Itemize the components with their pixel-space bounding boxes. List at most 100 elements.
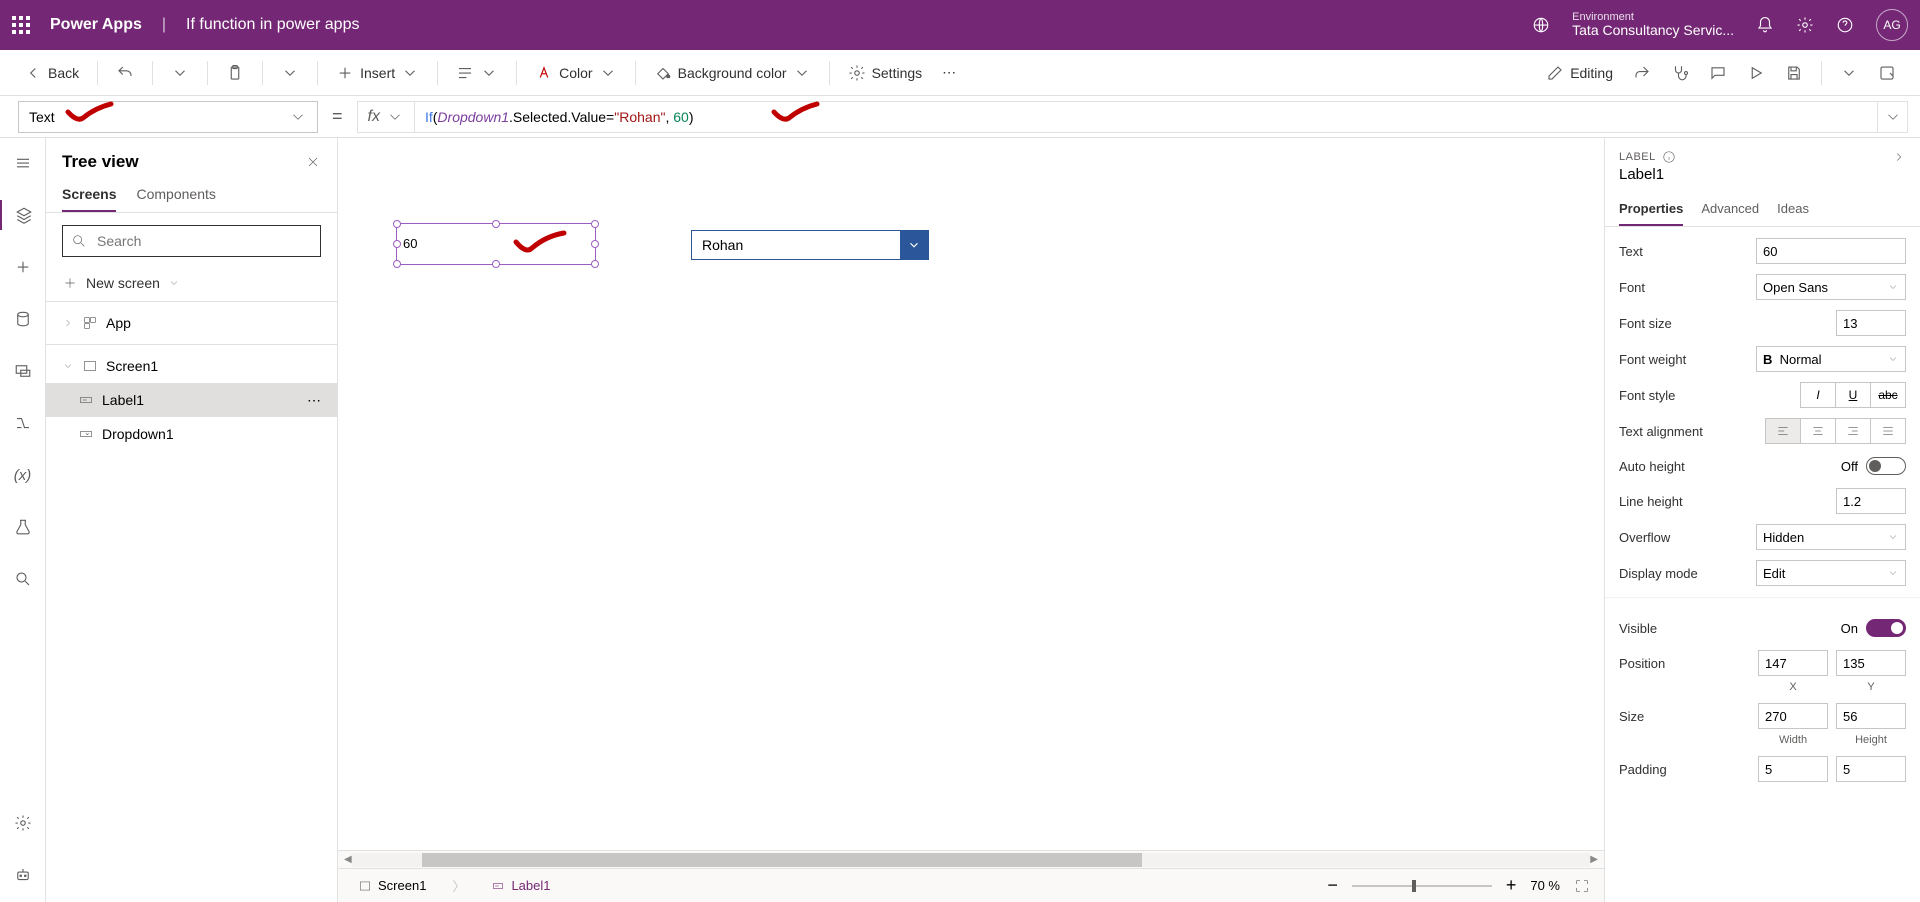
align-justify-button[interactable] [1870,418,1906,444]
underline-button[interactable]: U [1835,382,1871,408]
back-button[interactable]: Back [18,60,85,86]
comments-button[interactable] [1703,60,1733,86]
tree-item-app[interactable]: App [46,306,337,340]
prop-fontsize-input[interactable]: 13 [1836,310,1906,336]
undo-button[interactable] [110,60,140,86]
rail-tree-view[interactable] [0,200,46,230]
control-name[interactable]: Label1 [1605,166,1920,193]
formula-input[interactable]: If(Dropdown1.Selected.Value="Rohan", 60) [415,101,1878,133]
paste-button[interactable] [220,60,250,86]
prop-text-input[interactable]: 60 [1756,238,1906,264]
avatar[interactable]: AG [1876,9,1908,41]
canvas-hscrollbar[interactable]: ◀ ▶ [338,850,1604,868]
more-button[interactable]: ⋯ [936,60,962,85]
more-icon[interactable]: ⋯ [307,392,321,409]
tab-advanced[interactable]: Advanced [1701,193,1759,226]
prop-font-select[interactable]: Open Sans [1756,274,1906,300]
visible-toggle[interactable] [1866,619,1906,637]
color-button[interactable]: Color [529,60,622,86]
publish-button[interactable] [1872,60,1902,86]
prop-lineheight-input[interactable]: 1.2 [1836,488,1906,514]
chevron-down-icon [168,277,180,289]
save-split[interactable] [1834,60,1864,86]
italic-button[interactable]: I [1800,382,1836,408]
tab-ideas[interactable]: Ideas [1777,193,1809,226]
tree-item-dropdown1[interactable]: Dropdown1 [46,417,337,451]
dropdown-caret[interactable] [900,231,928,259]
design-canvas[interactable]: 60 Rohan [338,138,1604,850]
prop-pad1-input[interactable]: 5 [1758,756,1828,782]
play-button[interactable] [1741,60,1771,86]
prop-displaymode-select[interactable]: Edit [1756,560,1906,586]
fit-icon[interactable] [1574,878,1590,894]
property-selector[interactable]: Text [18,101,318,133]
save-button[interactable] [1779,60,1809,86]
tab-properties[interactable]: Properties [1619,193,1683,226]
rail-data[interactable] [0,304,46,334]
prop-overflow-select[interactable]: Hidden [1756,524,1906,550]
help-icon[interactable] [1836,16,1854,34]
selected-label-control[interactable]: 60 [396,223,596,265]
rail-hamburger[interactable] [0,148,46,178]
expand-formula-button[interactable] [1878,101,1908,133]
prop-fontweight-select[interactable]: B Normal [1756,346,1906,372]
info-icon[interactable] [1662,150,1676,164]
strike-button[interactable]: abc [1870,382,1906,408]
insert-button[interactable]: Insert [330,60,425,86]
rail-search[interactable] [0,564,46,594]
prop-height-input[interactable]: 56 [1836,703,1906,729]
rail-variables[interactable]: (x) [0,460,46,490]
checker-button[interactable] [1665,60,1695,86]
tree-item-screen1[interactable]: Screen1 [46,349,337,383]
breadcrumb-screen[interactable]: Screen1 [352,876,432,895]
bgcolor-button[interactable]: Background color [648,60,817,86]
close-icon[interactable] [305,154,321,170]
share-button[interactable] [1627,60,1657,86]
zoom-in[interactable]: + [1506,875,1517,896]
comment-icon [1709,64,1727,82]
settings-button[interactable]: Settings [842,60,929,86]
tree-search[interactable] [62,225,321,257]
environment-picker[interactable]: Environment Tata Consultancy Servic... [1572,11,1734,38]
screen-icon [82,358,98,374]
clipboard-icon [226,64,244,82]
prop-pad2-input[interactable]: 5 [1836,756,1906,782]
rail-settings[interactable] [0,808,46,838]
database-icon [14,310,32,328]
prop-width-input[interactable]: 270 [1758,703,1828,729]
paste-split[interactable] [275,60,305,86]
breadcrumb-label[interactable]: Label1 [485,876,556,895]
notifications-icon[interactable] [1756,16,1774,34]
rail-media[interactable] [0,356,46,386]
dropdown-control[interactable]: Rohan [691,230,929,260]
undo-split[interactable] [165,60,195,86]
tree-item-label1[interactable]: Label1 ⋯ [46,383,337,417]
settings-gear-icon[interactable] [1796,16,1814,34]
tab-components[interactable]: Components [136,178,215,212]
editing-mode[interactable]: Editing [1540,60,1619,86]
align-menu[interactable] [450,60,504,86]
rail-ask[interactable] [0,860,46,890]
tab-screens[interactable]: Screens [62,178,116,212]
rail-tests[interactable] [0,512,46,542]
tree-view-panel: Tree view Screens Components New screen … [46,138,338,902]
rail-insert[interactable] [0,252,46,282]
search-input[interactable] [95,232,312,250]
chevron-down-icon [386,108,404,126]
align-right-button[interactable] [1835,418,1871,444]
save-icon [1785,64,1803,82]
zoom-out[interactable]: − [1327,875,1338,896]
align-left-button[interactable] [1765,418,1801,444]
prop-y-input[interactable]: 135 [1836,650,1906,676]
properties-panel: LABEL Label1 Properties Advanced Ideas T… [1604,138,1920,902]
autoheight-toggle[interactable] [1866,457,1906,475]
zoom-slider[interactable] [1352,885,1492,887]
rail-flows[interactable] [0,408,46,438]
prop-x-input[interactable]: 147 [1758,650,1828,676]
align-center-button[interactable] [1800,418,1836,444]
fx-indicator[interactable]: fx [357,101,415,133]
menu-icon [14,154,32,172]
new-screen-button[interactable]: New screen [46,269,337,297]
app-launcher-icon[interactable] [12,16,30,34]
chevron-right-icon[interactable] [1892,150,1906,164]
